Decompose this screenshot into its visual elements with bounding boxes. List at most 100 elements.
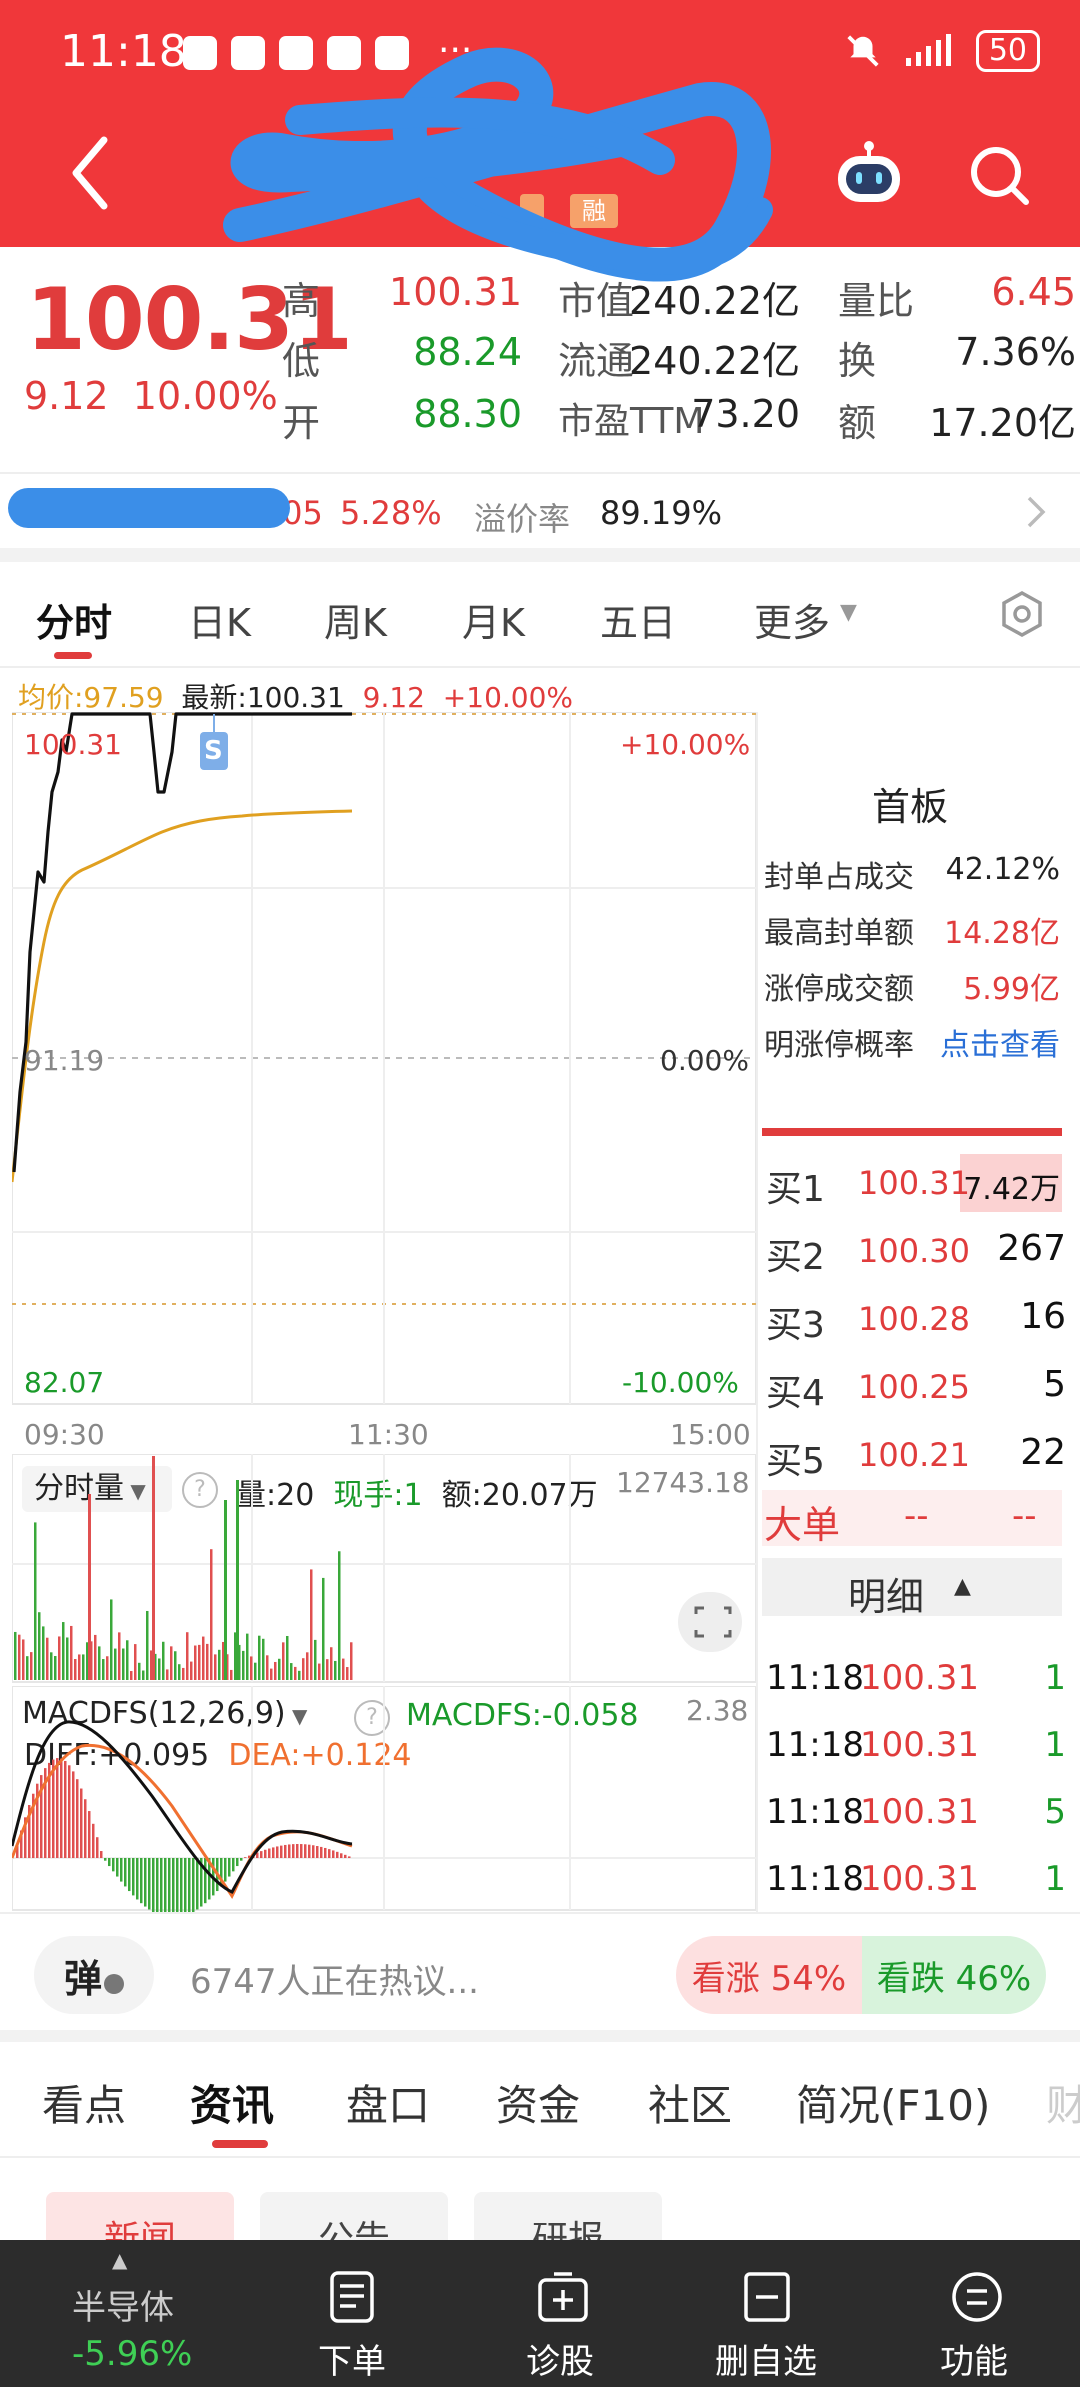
stat-label: 明涨停概率 <box>764 1028 914 1063</box>
volume-bar <box>94 1634 97 1680</box>
tick-price: 100.31 <box>860 1725 979 1765</box>
chart-bottom-price: 82.07 <box>24 1366 105 1399</box>
macd-bar <box>228 1858 231 1877</box>
functions-menu-icon <box>952 2272 1002 2322</box>
bearish-button[interactable]: 看跌 46% <box>862 1936 1046 2014</box>
quote-label: 市值 <box>558 279 635 323</box>
intraday-chart[interactable] <box>12 712 756 1412</box>
big-order-buy: -- <box>904 1496 929 1536</box>
bid-level-row[interactable]: 买1 100.31 7.42万 <box>766 1150 1066 1212</box>
latest-price-label: 最新:100.31 <box>181 681 345 714</box>
chart-tab[interactable]: 分时 <box>36 592 112 647</box>
macd-bar <box>144 1858 147 1907</box>
macd-bar <box>172 1858 175 1912</box>
search-icon[interactable] <box>966 142 1034 210</box>
volume-chart[interactable] <box>12 1454 756 1684</box>
volume-bar <box>118 1632 121 1680</box>
volume-bar <box>106 1656 109 1680</box>
chart-tab[interactable]: 月K <box>462 592 525 647</box>
stat-value: 14.28亿 <box>944 916 1060 951</box>
chart-bottom-line <box>0 1912 1080 1914</box>
volume-bar <box>294 1666 297 1680</box>
chart-settings-icon[interactable] <box>998 590 1046 638</box>
volume-bar <box>198 1644 201 1680</box>
volume-bar <box>236 1480 239 1680</box>
margin-tag: 融 <box>570 194 618 228</box>
macd-chart[interactable] <box>12 1686 756 1912</box>
bid-price: 100.21 <box>858 1436 970 1474</box>
macd-bar <box>304 1844 307 1858</box>
chart-tab[interactable]: 日K <box>188 592 251 647</box>
volume-bar <box>190 1661 193 1680</box>
volume-bar <box>258 1635 261 1680</box>
big-order-label: 大单 <box>764 1503 841 1547</box>
bid-level-row[interactable]: 买2 100.30 267 <box>766 1218 1066 1280</box>
avg-price-label: 均价:97.59 <box>18 681 164 714</box>
volume-bar <box>54 1656 57 1680</box>
macd-bar <box>128 1858 131 1892</box>
volume-bar <box>246 1633 249 1680</box>
news-tab[interactable]: 看点 <box>42 2072 126 2133</box>
news-tab[interactable]: 资金 <box>496 2072 580 2133</box>
detail-header[interactable]: 明细 ▲ <box>762 1558 1062 1619</box>
bid-price: 100.30 <box>858 1232 970 1270</box>
volume-bar <box>14 1631 17 1680</box>
nav-order[interactable]: 下单 <box>252 2240 452 2387</box>
bid-level-row[interactable]: 买4 100.25 5 <box>766 1354 1066 1416</box>
news-tab[interactable]: 财 <box>1046 2072 1080 2133</box>
news-tab[interactable]: 社区 <box>648 2072 732 2133</box>
macd-bar <box>124 1858 127 1887</box>
diagnose-icon <box>538 2272 588 2322</box>
macd-bar <box>260 1851 263 1858</box>
volume-bar <box>278 1658 281 1680</box>
ai-robot-icon[interactable] <box>832 138 906 208</box>
macd-bar <box>312 1845 315 1858</box>
chart-tab[interactable]: 周K <box>324 592 387 647</box>
volume-bar <box>298 1670 301 1680</box>
volume-bar <box>122 1648 125 1680</box>
nav-functions[interactable]: 功能 <box>874 2240 1074 2387</box>
volume-bar <box>114 1648 117 1680</box>
nav-sector[interactable]: ▲ 半导体 -5.96% <box>24 2240 224 2387</box>
big-order-row[interactable]: 大单 -- -- <box>762 1490 1062 1547</box>
tabs-divider <box>0 666 1080 668</box>
volume-bar <box>30 1652 33 1680</box>
nav-diagnose[interactable]: 诊股 <box>460 2240 660 2387</box>
volume-bar <box>242 1650 245 1680</box>
macd-bar <box>344 1854 347 1858</box>
volume-bar <box>46 1637 49 1680</box>
order-doc-icon <box>330 2271 374 2323</box>
quote-value: 100.31 <box>389 270 522 314</box>
macd-bar <box>56 1758 59 1858</box>
back-arrow-icon[interactable] <box>60 128 120 218</box>
bid-level-row[interactable]: 买5 100.21 22 <box>766 1422 1066 1484</box>
news-tab[interactable]: 资讯 <box>190 2072 274 2133</box>
bullish-button[interactable]: 看涨 54% <box>676 1936 862 2014</box>
macd-bar <box>148 1858 151 1910</box>
chart-tab[interactable]: 五日 <box>600 592 676 647</box>
quote-label: 量比 <box>838 279 915 323</box>
stat-value[interactable]: 点击查看 <box>940 1020 1060 1064</box>
macd-bar <box>120 1858 123 1882</box>
volume-bar <box>62 1622 65 1680</box>
bid-level-row[interactable]: 买3 100.28 16 <box>766 1286 1066 1348</box>
macd-bar <box>268 1848 271 1858</box>
quote-value: 88.24 <box>413 330 522 374</box>
macd-bar <box>108 1858 111 1867</box>
tag-placeholder <box>520 194 544 228</box>
bid-label: 买2 <box>766 1237 825 1278</box>
chart-tab[interactable]: 更多 <box>754 592 830 647</box>
minus-badge-icon <box>104 1974 124 1994</box>
trade-marker[interactable]: S <box>204 736 223 766</box>
volume-bar <box>134 1644 137 1680</box>
status-notification-icons <box>183 36 409 70</box>
nav-remove-watchlist[interactable]: 删自选 <box>666 2240 866 2387</box>
latest-change: 9.12 <box>362 681 425 714</box>
macd-bar <box>288 1844 291 1858</box>
danmu-button[interactable]: 弹 <box>34 1936 154 2014</box>
tick-row: 11:18 100.31 5 <box>766 1784 1066 1844</box>
news-tab[interactable]: 简况(F10) <box>796 2072 990 2133</box>
news-tab[interactable]: 盘口 <box>346 2072 430 2133</box>
volume-bar <box>166 1669 169 1680</box>
hot-discussion-text[interactable]: 6747人正在热议... <box>190 1954 479 2003</box>
